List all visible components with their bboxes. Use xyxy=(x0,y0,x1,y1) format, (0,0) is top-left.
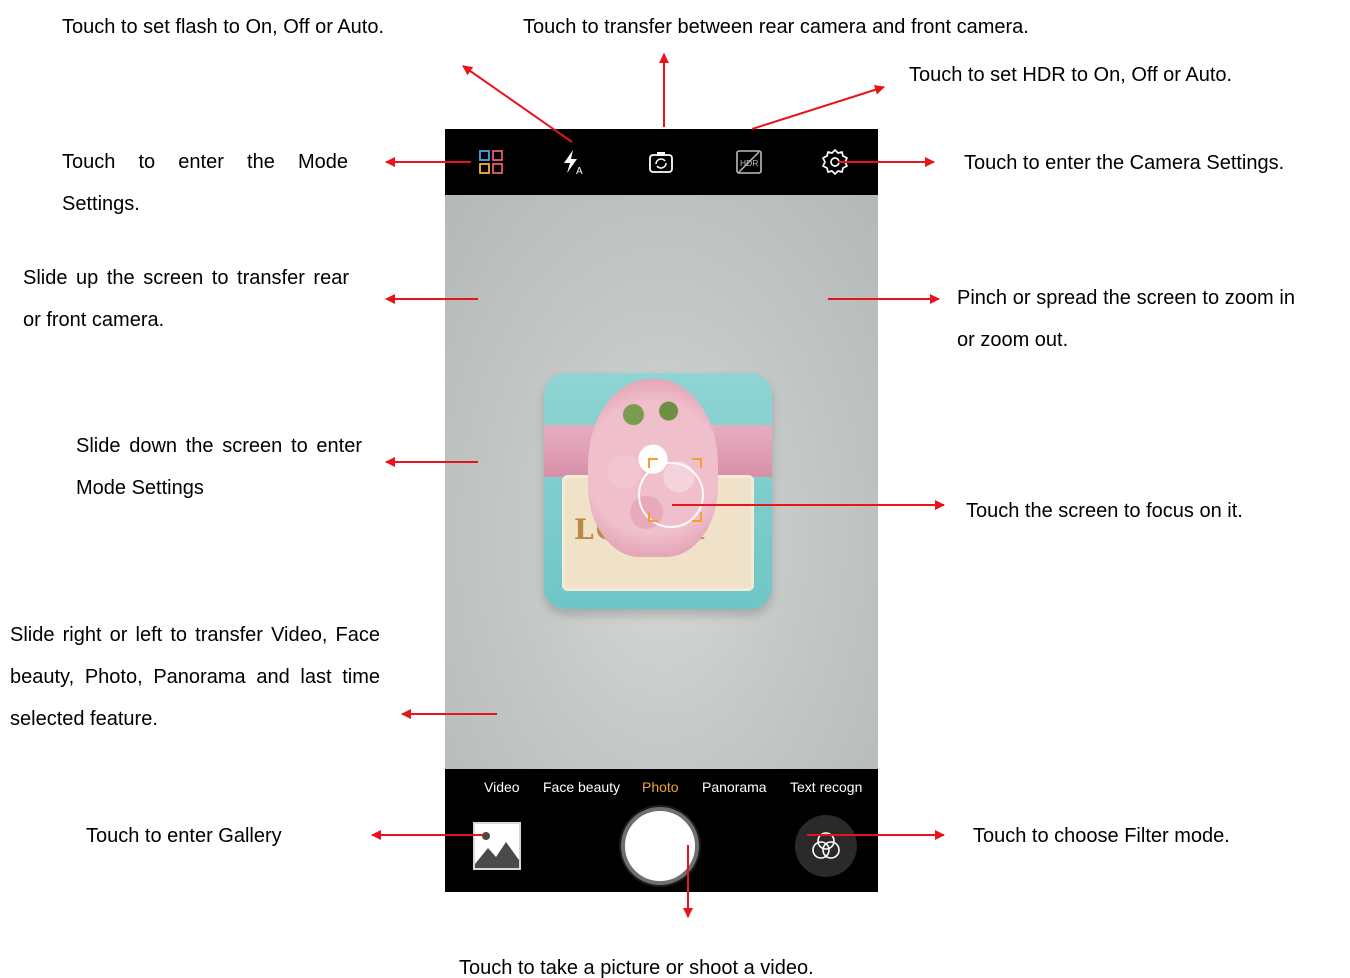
mode-settings-annotation: Touch to enter the Mode Settings. xyxy=(62,151,348,215)
hdr-annotation: Touch to set HDR to On, Off or Auto. xyxy=(909,64,1233,86)
mode-video[interactable]: Video xyxy=(484,779,520,795)
gallery-thumbnail-icon[interactable] xyxy=(473,822,521,870)
switch-camera-icon[interactable] xyxy=(643,144,679,180)
switch-camera-annotation: Touch to transfer between rear camera an… xyxy=(523,16,1029,38)
svg-text:HDR: HDR xyxy=(740,158,758,168)
filter-annotation: Touch to choose Filter mode. xyxy=(973,825,1230,847)
focus-annotation: Touch the screen to focus on it. xyxy=(966,500,1243,522)
mode-selector: Video Face beauty Photo Panorama Text re… xyxy=(445,769,878,805)
mode-photo[interactable]: Photo xyxy=(642,779,679,795)
flash-auto-icon[interactable]: A xyxy=(555,144,591,180)
mode-text-recognition[interactable]: Text recogn xyxy=(790,779,862,795)
filter-icon[interactable] xyxy=(795,815,857,877)
flash-annotation: Touch to set flash to On, Off or Auto. xyxy=(62,16,385,38)
gear-icon[interactable] xyxy=(817,144,853,180)
shutter-annotation: Touch to take a picture or shoot a video… xyxy=(459,957,814,978)
gallery-annotation: Touch to enter Gallery xyxy=(86,825,282,847)
svg-text:A: A xyxy=(576,166,583,176)
slide-up-annotation: Slide up the screen to transfer rear or … xyxy=(23,267,349,331)
hdr-icon[interactable]: HDR xyxy=(731,144,767,180)
slide-down-annotation: Slide down the screen to enter Mode Sett… xyxy=(76,435,362,499)
mode-face-beauty[interactable]: Face beauty xyxy=(543,779,620,795)
camera-top-toolbar: A HDR xyxy=(445,129,878,195)
mode-panorama[interactable]: Panorama xyxy=(702,779,767,795)
camera-settings-annotation: Touch to enter the Camera Settings. xyxy=(964,152,1285,174)
shutter-button[interactable] xyxy=(621,807,699,885)
camera-viewfinder[interactable]: LO VER xyxy=(445,195,878,769)
mode-grid-icon[interactable] xyxy=(473,144,509,180)
pinch-annotation: Pinch or spread the screen to zoom in or… xyxy=(957,287,1295,351)
slide-sideways-annotation: Slide right or left to transfer Video, F… xyxy=(10,624,380,730)
focus-frame xyxy=(648,458,702,522)
camera-app-screen: A HDR Video Face beauty Photo Panorama T… xyxy=(445,129,878,892)
camera-bottom-bar xyxy=(445,805,878,892)
hdr-arrow xyxy=(751,84,885,130)
